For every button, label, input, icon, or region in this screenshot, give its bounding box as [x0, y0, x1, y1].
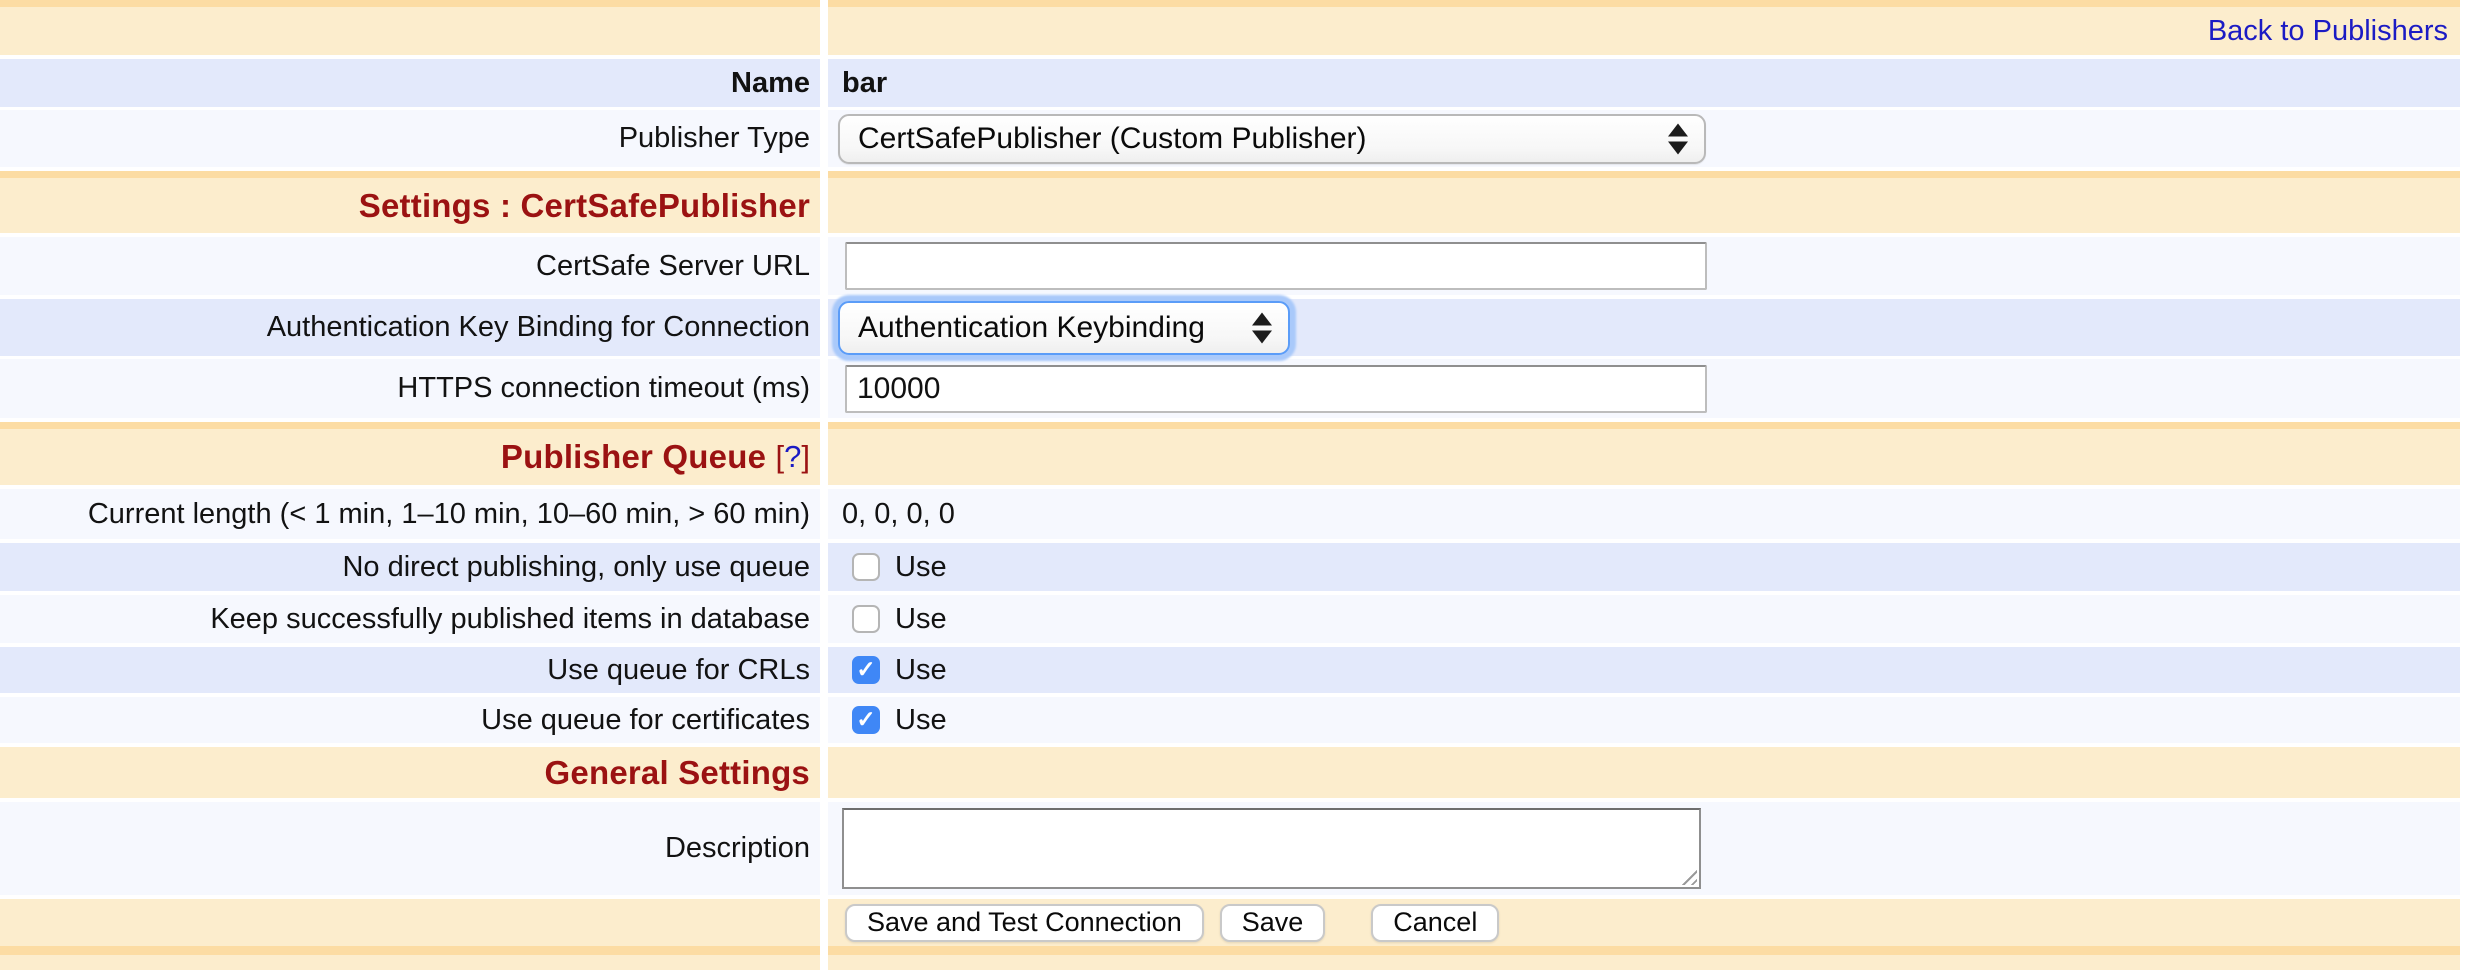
current-length-row: Current length (< 1 min, 1–10 min, 10–60… — [0, 489, 2460, 539]
use-queue-crls-row: Use queue for CRLs ✓ Use — [0, 647, 2460, 693]
https-timeout-row: HTTPS connection timeout (ms) — [0, 359, 2460, 418]
help-bracket-open: [ — [776, 439, 785, 475]
help-bracket-close: ] — [801, 439, 810, 475]
select-arrows-icon — [1252, 312, 1272, 343]
auth-key-binding-label: Authentication Key Binding for Connectio… — [0, 299, 820, 356]
checkmark-icon: ✓ — [856, 658, 875, 681]
publisher-type-label: Publisher Type — [0, 110, 820, 167]
current-length-label: Current length (< 1 min, 1–10 min, 10–60… — [0, 489, 820, 539]
publisher-queue-border-strip — [0, 422, 2460, 429]
no-direct-publishing-label: No direct publishing, only use queue — [0, 543, 820, 591]
footer-border-strip — [0, 946, 2460, 955]
form-actions-row: Save and Test Connection Save Cancel — [0, 899, 2460, 946]
cancel-button[interactable]: Cancel — [1371, 904, 1499, 942]
https-timeout-input[interactable] — [845, 365, 1707, 413]
footer-row — [0, 955, 2460, 970]
publisher-queue-help-link[interactable]: ? — [784, 439, 801, 475]
use-checkbox-label: Use — [895, 654, 947, 687]
description-label: Description — [0, 802, 820, 895]
use-queue-certificates-label: Use queue for certificates — [0, 697, 820, 743]
save-and-test-connection-button[interactable]: Save and Test Connection — [845, 904, 1204, 942]
edit-publisher-page: Back to Publishers Name bar Publisher Ty… — [0, 0, 2478, 970]
back-link-row: Back to Publishers — [0, 7, 2460, 55]
back-to-publishers-link[interactable]: Back to Publishers — [2208, 15, 2448, 48]
publisher-type-select[interactable]: CertSafePublisher (Custom Publisher) — [838, 114, 1706, 164]
publisher-queue-section-title: Publisher Queue — [501, 438, 766, 476]
use-checkbox-label: Use — [895, 551, 947, 584]
keep-published-items-row: Keep successfully published items in dat… — [0, 595, 2460, 643]
description-row: Description — [0, 802, 2460, 895]
settings-section-title: Settings : CertSafePublisher — [0, 178, 820, 233]
use-queue-crls-label: Use queue for CRLs — [0, 647, 820, 693]
use-queue-certificates-row: Use queue for certificates ✓ Use — [0, 697, 2460, 743]
use-queue-crls-checkbox[interactable]: ✓ — [852, 656, 880, 684]
description-textarea[interactable] — [842, 808, 1701, 889]
use-checkbox-label: Use — [895, 704, 947, 737]
general-settings-header-row: General Settings — [0, 747, 2460, 798]
keep-published-items-label: Keep successfully published items in dat… — [0, 595, 820, 643]
certsafe-url-label: CertSafe Server URL — [0, 237, 820, 295]
save-button[interactable]: Save — [1220, 904, 1326, 942]
name-row: Name bar — [0, 59, 2460, 107]
auth-key-binding-select[interactable]: Authentication Keybinding — [838, 301, 1290, 355]
current-length-value: 0, 0, 0, 0 — [828, 489, 2460, 539]
name-label: Name — [0, 59, 820, 107]
certsafe-url-input[interactable] — [845, 242, 1707, 290]
auth-key-binding-selected-option: Authentication Keybinding — [840, 311, 1205, 345]
publisher-form: Back to Publishers Name bar Publisher Ty… — [0, 0, 2460, 970]
keep-published-items-checkbox[interactable]: ✓ — [852, 605, 880, 633]
checkmark-icon: ✓ — [856, 708, 875, 731]
https-timeout-label: HTTPS connection timeout (ms) — [0, 359, 820, 418]
name-value: bar — [828, 59, 2460, 107]
certsafe-url-row: CertSafe Server URL — [0, 237, 2460, 295]
settings-header-row: Settings : CertSafePublisher — [0, 178, 2460, 233]
no-direct-publishing-row: No direct publishing, only use queue ✓ U… — [0, 543, 2460, 591]
no-direct-publishing-checkbox[interactable]: ✓ — [852, 553, 880, 581]
top-border-strip — [0, 0, 2460, 7]
use-queue-certificates-checkbox[interactable]: ✓ — [852, 706, 880, 734]
publisher-type-row: Publisher Type CertSafePublisher (Custom… — [0, 110, 2460, 167]
publisher-queue-header-row: Publisher Queue [?] — [0, 429, 2460, 485]
general-settings-section-title: General Settings — [0, 747, 820, 798]
select-arrows-icon — [1668, 123, 1688, 154]
publisher-type-selected-option: CertSafePublisher (Custom Publisher) — [840, 122, 1367, 156]
settings-border-strip — [0, 171, 2460, 178]
use-checkbox-label: Use — [895, 603, 947, 636]
auth-key-binding-row: Authentication Key Binding for Connectio… — [0, 299, 2460, 356]
